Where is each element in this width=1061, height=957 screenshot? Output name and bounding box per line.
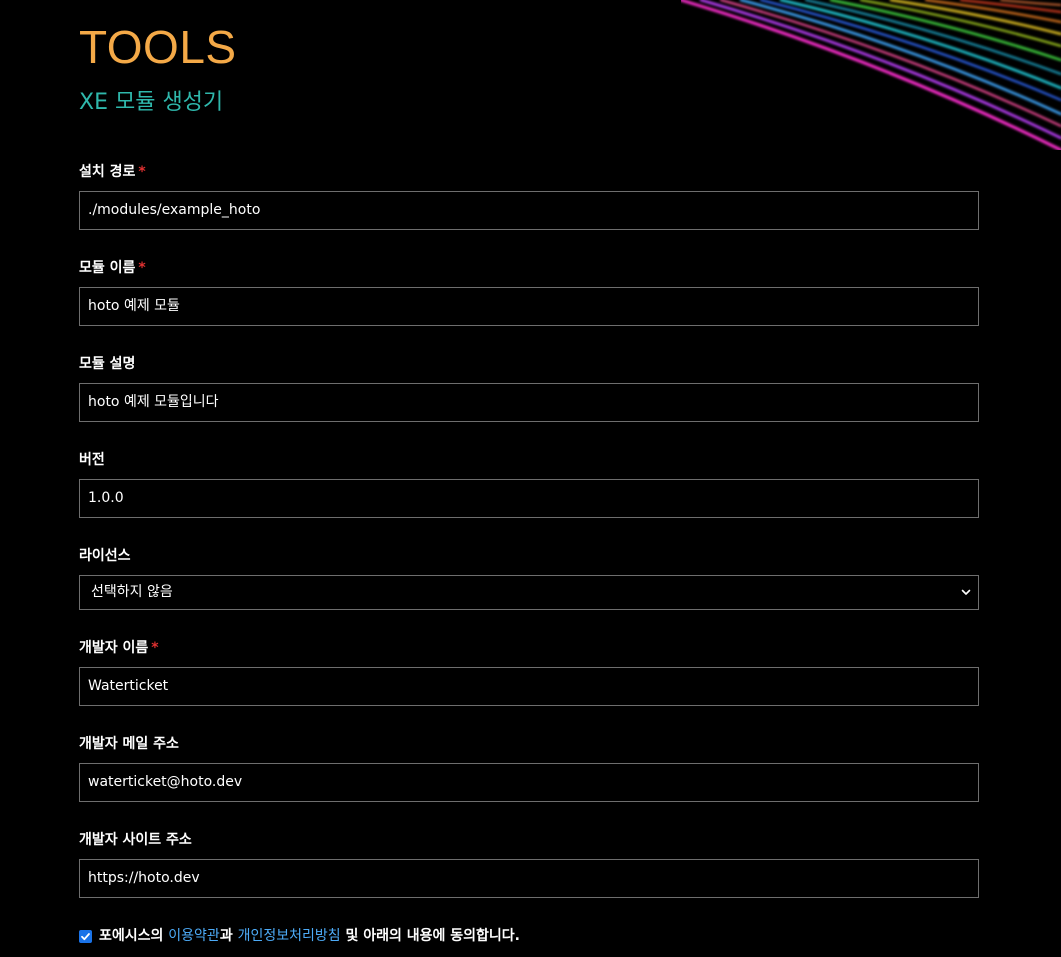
consent-row: 포에시스의 이용약관 과 개인정보처리방침 및 아래의 내용에 동의합니다. — [79, 926, 520, 946]
dev-site-label: 개발자 사이트 주소 — [79, 832, 192, 848]
license-selected-value: 선택하지 않음 — [91, 584, 173, 600]
dev-site-field: 개발자 사이트 주소 https://hoto.dev — [79, 830, 979, 898]
dev-name-label: 개발자 이름 * — [79, 638, 979, 658]
dev-email-field: 개발자 메일 주소 waterticket@hoto.dev — [79, 734, 979, 802]
module-desc-label: 모듈 설명 — [79, 356, 136, 372]
install-path-input[interactable]: ./modules/example_hoto — [79, 191, 979, 230]
module-name-field: 모듈 이름 * hoto 예제 모듈 — [79, 258, 979, 326]
dev-name-input[interactable]: Waterticket — [79, 667, 979, 706]
page-title: TOOLS — [79, 21, 237, 73]
dev-name-label-text: 개발자 이름 — [79, 640, 149, 656]
privacy-policy-link[interactable]: 개인정보처리방침 — [238, 926, 341, 946]
module-name-label-text: 모듈 이름 — [79, 260, 136, 276]
dev-email-label: 개발자 메일 주소 — [79, 736, 179, 752]
required-mark: * — [138, 260, 146, 276]
page-subtitle: XE 모듈 생성기 — [79, 90, 224, 115]
module-desc-field: 모듈 설명 hoto 예제 모듈입니다 — [79, 354, 979, 422]
terms-link[interactable]: 이용약관 — [168, 926, 220, 946]
version-field: 버전 1.0.0 — [79, 450, 979, 518]
install-path-field: 설치 경로 * ./modules/example_hoto — [79, 162, 979, 230]
license-field: 라이선스 선택하지 않음 — [79, 546, 979, 610]
install-path-label-text: 설치 경로 — [79, 164, 136, 180]
consent-suffix: 및 아래의 내용에 동의합니다. — [340, 928, 520, 944]
module-desc-input[interactable]: hoto 예제 모듈입니다 — [79, 383, 979, 422]
license-select[interactable]: 선택하지 않음 — [79, 575, 979, 610]
required-mark: * — [151, 640, 159, 656]
module-name-input[interactable]: hoto 예제 모듈 — [79, 287, 979, 326]
chevron-down-icon — [961, 589, 971, 595]
dev-email-input[interactable]: waterticket@hoto.dev — [79, 763, 979, 802]
version-label: 버전 — [79, 452, 105, 468]
dev-name-field: 개발자 이름 * Waterticket — [79, 638, 979, 706]
page: TOOLS XE 모듈 생성기 설치 경로 * ./modules/example… — [0, 0, 1061, 957]
consent-checkbox[interactable] — [79, 929, 92, 943]
consent-prefix: 포에시스의 — [99, 928, 169, 944]
license-label: 라이선스 — [79, 548, 131, 564]
rainbow-streak-decoration — [681, 0, 1061, 150]
consent-connector: 과 — [219, 928, 238, 944]
module-name-label: 모듈 이름 * — [79, 258, 979, 278]
version-input[interactable]: 1.0.0 — [79, 479, 979, 518]
install-path-label: 설치 경로 * — [79, 162, 979, 182]
check-icon — [81, 932, 90, 940]
dev-site-input[interactable]: https://hoto.dev — [79, 859, 979, 898]
required-mark: * — [138, 164, 146, 180]
